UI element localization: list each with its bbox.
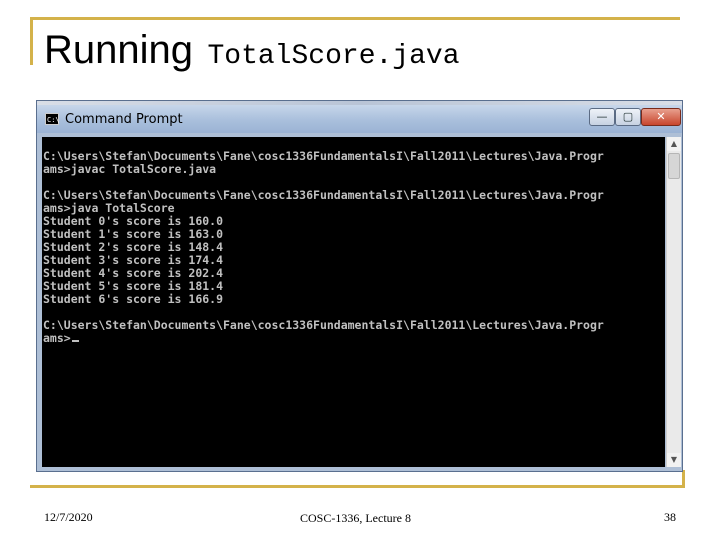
- console-line: C:\Users\Stefan\Documents\Fane\cosc1336F…: [43, 149, 604, 163]
- console-line: Student 3's score is 174.4: [43, 253, 224, 267]
- footer-page-number: 38: [664, 510, 676, 524]
- scroll-up-arrow-icon[interactable]: ▲: [667, 137, 681, 151]
- console-output[interactable]: C:\Users\Stefan\Documents\Fane\cosc1336F…: [42, 137, 665, 467]
- text-cursor: [71, 340, 79, 342]
- close-button[interactable]: ✕: [641, 108, 681, 126]
- console-text: C:\Users\Stefan\Documents\Fane\cosc1336F…: [42, 137, 665, 345]
- slide-title-text: Running: [44, 28, 194, 72]
- slide-bottom-rule: [30, 485, 685, 488]
- maximize-button[interactable]: ▢: [615, 108, 641, 126]
- footer-course: COSC-1336, Lecture 8: [300, 511, 411, 525]
- slide-title: Running TotalScore.java: [44, 28, 460, 78]
- console-line: Student 1's score is 163.0: [43, 227, 224, 241]
- console-icon[interactable]: C:\: [45, 113, 60, 125]
- console-line: Student 6's score is 166.9: [43, 292, 224, 306]
- window-titlebar[interactable]: C:\ Command Prompt — ▢ ✕: [37, 105, 682, 133]
- window-title: Command Prompt: [65, 112, 183, 127]
- minimize-button[interactable]: —: [589, 108, 615, 126]
- slide-left-rule: [30, 17, 33, 65]
- footer-date: 12/7/2020: [44, 510, 93, 524]
- console-line: ams>: [43, 331, 71, 345]
- console-line: Student 4's score is 202.4: [43, 266, 224, 280]
- scroll-thumb[interactable]: [668, 153, 680, 179]
- console-line: Student 2's score is 148.4: [43, 240, 224, 254]
- slide-top-rule: [30, 17, 680, 20]
- scroll-down-arrow-icon[interactable]: ▼: [667, 453, 681, 467]
- console-line: Student 0's score is 160.0: [43, 214, 224, 228]
- console-line: Student 5's score is 181.4: [43, 279, 224, 293]
- slide-title-code: TotalScore.java: [207, 41, 460, 72]
- console-line: ams>javac TotalScore.java: [43, 162, 217, 176]
- console-line: C:\Users\Stefan\Documents\Fane\cosc1336F…: [43, 318, 604, 332]
- console-line: ams>java TotalScore: [43, 201, 175, 215]
- command-prompt-window[interactable]: C:\ Command Prompt — ▢ ✕ C:\Users\Stefan…: [36, 100, 683, 472]
- console-line: C:\Users\Stefan\Documents\Fane\cosc1336F…: [43, 188, 604, 202]
- vertical-scrollbar[interactable]: ▲ ▼: [666, 137, 681, 467]
- slide-right-rule: [682, 470, 685, 488]
